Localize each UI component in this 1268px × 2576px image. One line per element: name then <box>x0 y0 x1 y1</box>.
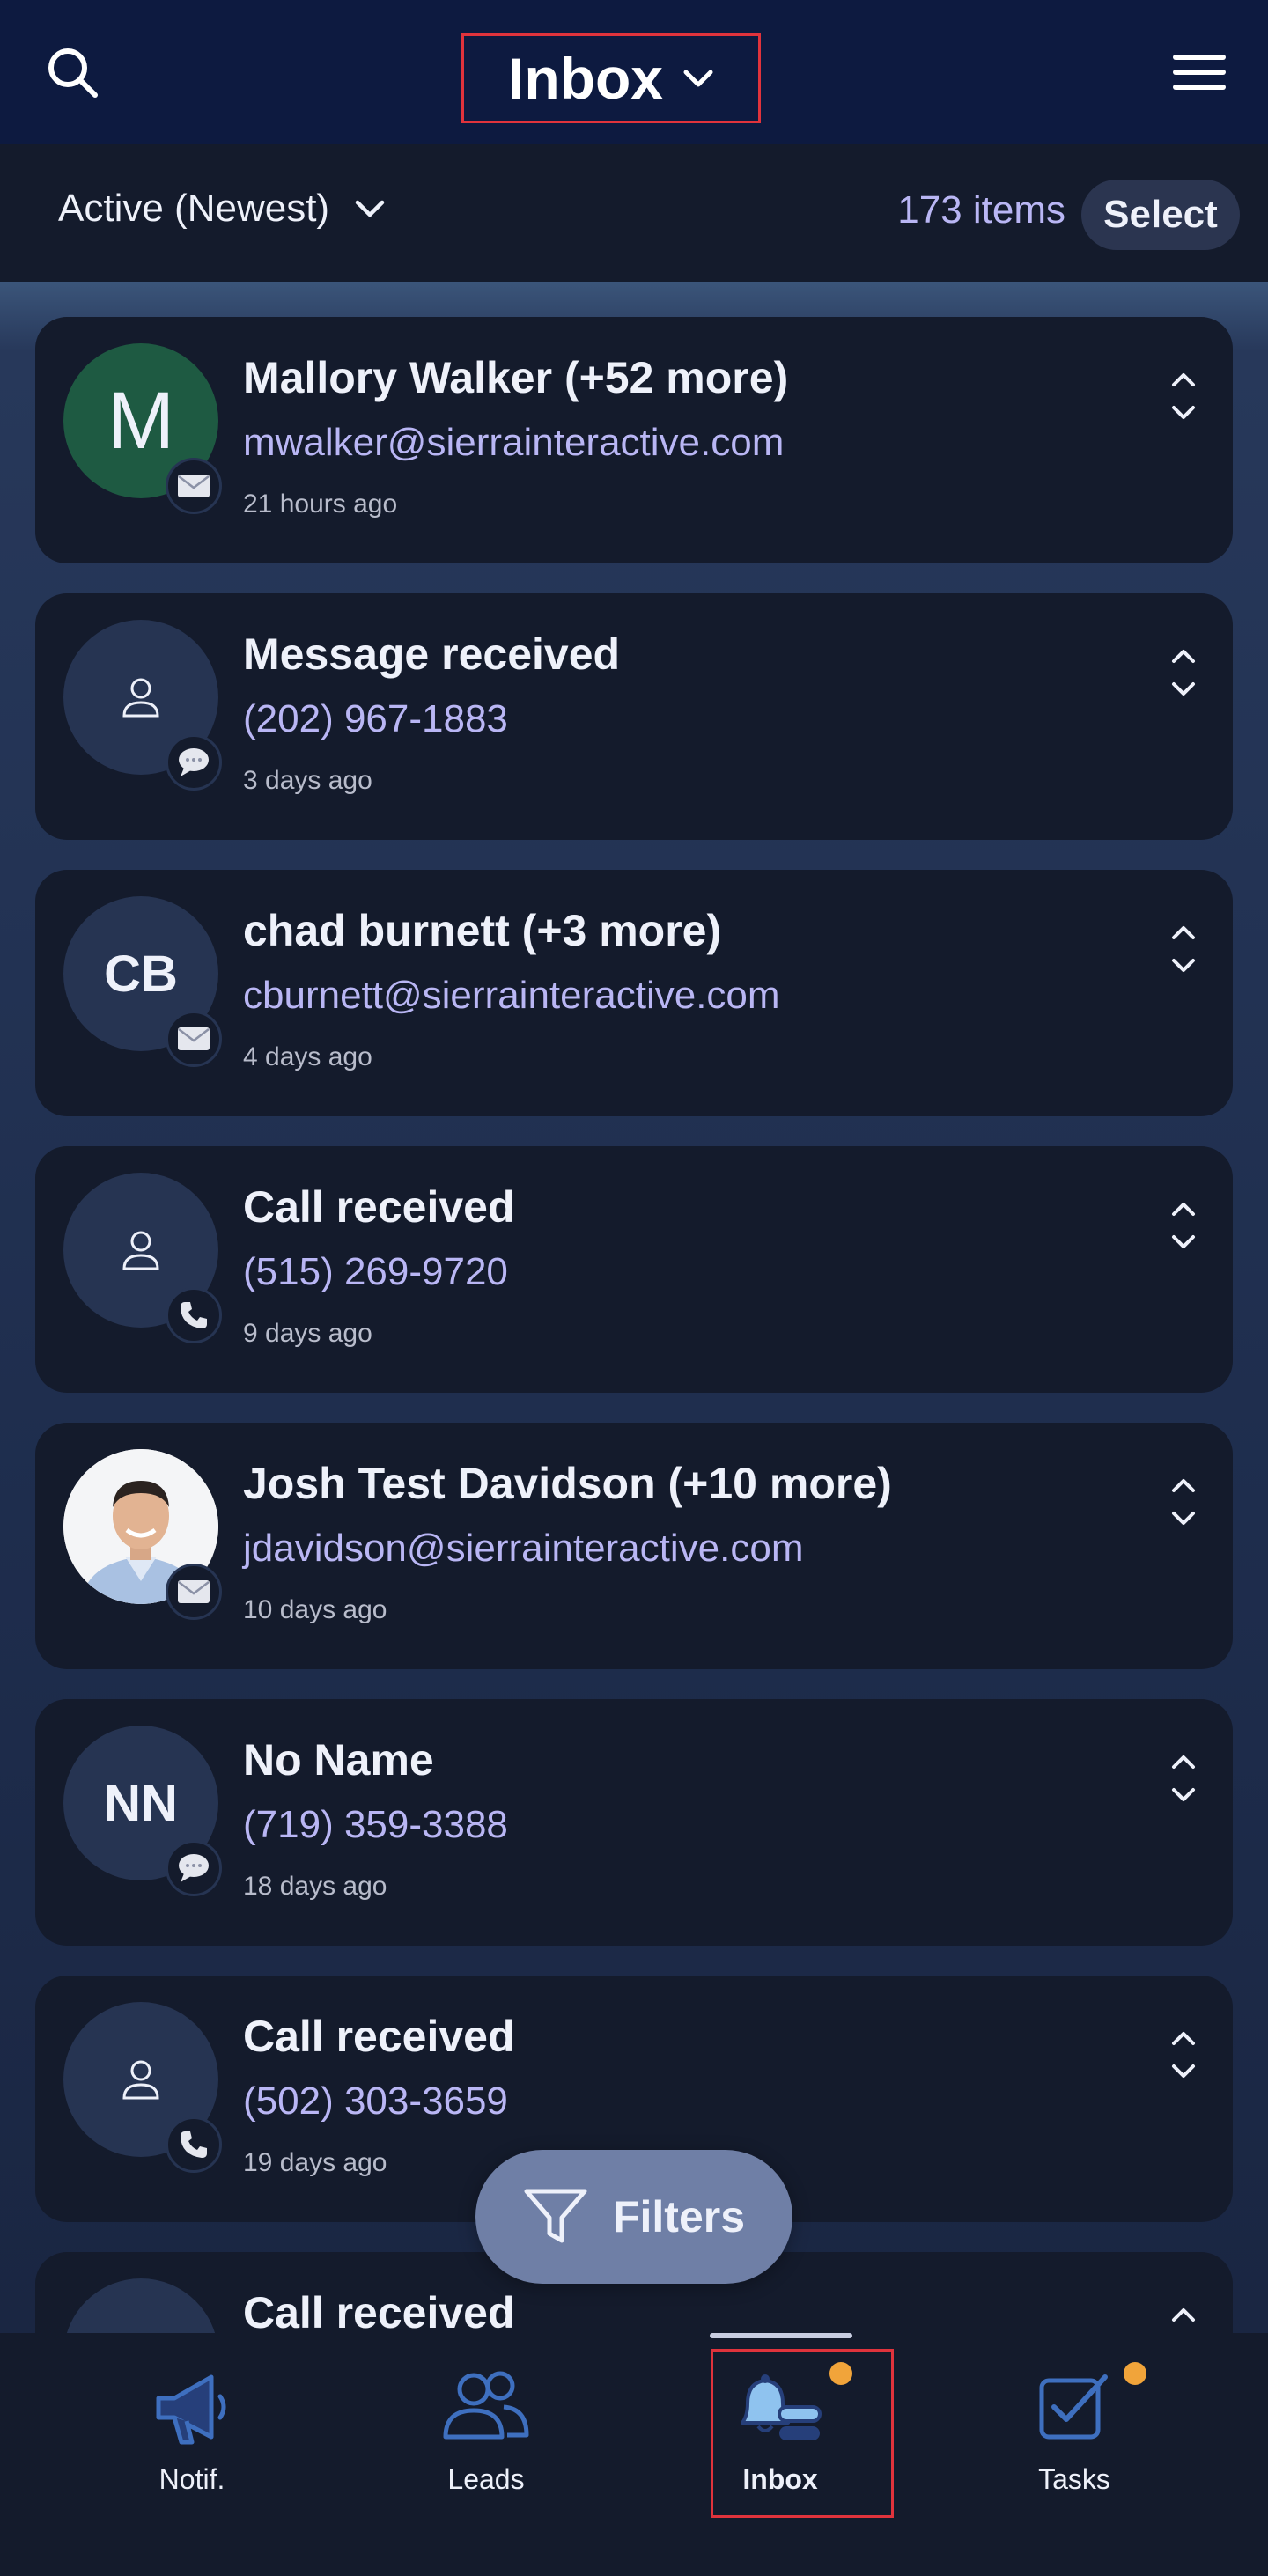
person-icon <box>122 1231 159 1270</box>
item-subtitle: jdavidson@sierrainteractive.com <box>243 1527 804 1570</box>
phone-icon <box>166 1287 222 1343</box>
inbox-item[interactable]: Message received (202) 967-1883 3 days a… <box>35 593 1233 840</box>
nav-tasks[interactable]: Tasks <box>960 2333 1189 2576</box>
expand-icon[interactable] <box>1169 370 1198 423</box>
inbox-item[interactable]: Josh Test Davidson (+10 more) jdavidson@… <box>35 1423 1233 1669</box>
users-icon <box>443 2371 529 2440</box>
item-subtitle: (719) 359-3388 <box>243 1803 508 1846</box>
chat-icon <box>166 1840 222 1896</box>
filters-button[interactable]: Filters <box>476 2150 792 2284</box>
inbox-item[interactable]: Call received (515) 269-9720 9 days ago <box>35 1146 1233 1393</box>
inbox-highlight-box <box>711 2349 894 2518</box>
envelope-icon <box>166 458 222 514</box>
nav-label: Notif. <box>158 2463 225 2495</box>
item-time: 4 days ago <box>243 1042 372 1071</box>
item-time: 10 days ago <box>243 1595 387 1624</box>
inbox-title-dropdown[interactable]: Inbox <box>461 33 761 123</box>
expand-icon[interactable] <box>1169 646 1198 699</box>
item-time: 19 days ago <box>243 2148 387 2177</box>
select-button[interactable]: Select <box>1081 180 1240 250</box>
filter-icon <box>524 2189 587 2243</box>
active-tab-indicator <box>710 2333 852 2338</box>
item-time: 18 days ago <box>243 1872 387 1901</box>
person-icon <box>122 678 159 718</box>
inbox-list: M Mallory Walker (+52 more) mwalker@sier… <box>0 282 1268 2333</box>
inbox-item[interactable]: CB chad burnett (+3 more) cburnett@sierr… <box>35 870 1233 1116</box>
chevron-down-icon <box>355 200 385 217</box>
filters-label: Filters <box>612 2192 746 2241</box>
phone-icon <box>166 2116 222 2173</box>
top-bar: Inbox <box>0 0 1268 144</box>
nav-label: Tasks <box>1038 2463 1110 2495</box>
sort-label: Active (Newest) <box>58 187 330 230</box>
megaphone-icon <box>156 2374 226 2445</box>
item-subtitle: (515) 269-9720 <box>243 1250 508 1293</box>
nav-leads[interactable]: Leads <box>372 2333 601 2576</box>
search-icon[interactable] <box>41 40 104 104</box>
item-title: No Name <box>243 1735 434 1785</box>
item-time: 21 hours ago <box>243 489 398 519</box>
envelope-icon <box>166 1564 222 1620</box>
person-icon <box>122 2060 159 2100</box>
item-title: Call received <box>243 2288 515 2333</box>
item-title: chad burnett (+3 more) <box>243 906 722 955</box>
expand-icon[interactable] <box>1169 1199 1198 1252</box>
inbox-item[interactable]: M Mallory Walker (+52 more) mwalker@sier… <box>35 317 1233 563</box>
avatar <box>63 2278 218 2333</box>
item-title: Josh Test Davidson (+10 more) <box>243 1459 892 1508</box>
item-title: Message received <box>243 629 621 679</box>
item-title: Call received <box>243 2012 515 2061</box>
page-title: Inbox <box>508 46 663 111</box>
chevron-down-icon <box>683 70 713 87</box>
notification-dot <box>1124 2362 1146 2385</box>
expand-icon[interactable] <box>1169 1752 1198 1805</box>
envelope-icon <box>166 1011 222 1067</box>
expand-icon[interactable] <box>1169 1476 1198 1528</box>
item-time: 3 days ago <box>243 766 372 795</box>
nav-label: Leads <box>447 2463 525 2495</box>
item-subtitle: (502) 303-3659 <box>243 2079 508 2123</box>
item-subtitle: (202) 967-1883 <box>243 697 508 740</box>
nav-notif[interactable]: Notif. <box>77 2333 306 2576</box>
bottom-nav: Notif. Leads Inbox Tasks <box>0 2333 1268 2576</box>
hamburger-menu-icon[interactable] <box>1166 44 1233 100</box>
chat-icon <box>166 734 222 791</box>
item-subtitle: cburnett@sierrainteractive.com <box>243 974 780 1017</box>
expand-icon[interactable] <box>1169 2305 1198 2333</box>
expand-icon[interactable] <box>1169 2028 1198 2081</box>
item-title: Mallory Walker (+52 more) <box>243 353 789 402</box>
item-time: 9 days ago <box>243 1319 372 1348</box>
checkbox-icon <box>1039 2374 1108 2440</box>
inbox-item[interactable]: NN No Name (719) 359-3388 18 days ago <box>35 1699 1233 1946</box>
sort-dropdown[interactable]: Active (Newest) <box>58 187 386 231</box>
item-subtitle: mwalker@sierrainteractive.com <box>243 421 785 464</box>
item-title: Call received <box>243 1182 515 1232</box>
expand-icon[interactable] <box>1169 923 1198 975</box>
item-count: 173 items <box>897 188 1065 232</box>
